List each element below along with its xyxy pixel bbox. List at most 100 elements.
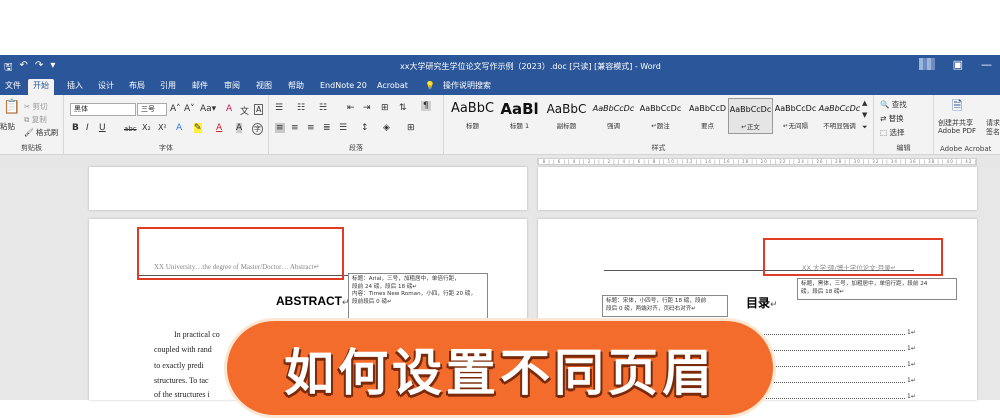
tab-endnote[interactable]: EndNote 20 — [315, 79, 372, 95]
toc-page-number: 1↵ — [907, 393, 916, 400]
tab-design[interactable]: 设计 — [93, 79, 119, 95]
style-key-point[interactable]: AaBbCcD 要点 — [685, 98, 730, 134]
minimize-icon[interactable]: — — [981, 58, 992, 71]
tab-file[interactable]: 文件 — [0, 79, 26, 95]
character-border-button[interactable]: A — [254, 104, 264, 115]
redo-icon[interactable]: ↷ — [35, 60, 43, 77]
chinese-layout-icon[interactable]: ⊞ — [381, 103, 389, 113]
sort-icon[interactable]: ⇅ — [399, 103, 407, 113]
ribbon-display-icon[interactable]: ▣ — [953, 58, 963, 71]
style-subtle-emphasis[interactable]: AaBbCcDc 不明显强调 — [817, 98, 862, 134]
multilevel-list-icon[interactable]: ☵ — [319, 103, 327, 113]
bullets-icon[interactable]: ☰ — [275, 103, 283, 113]
ribbon-tabs: 文件 开始 插入 设计 布局 引用 邮件 审阅 视图 帮助 EndNote 20… — [0, 77, 1000, 95]
character-shading-button[interactable]: A — [236, 123, 243, 133]
style-no-spacing[interactable]: AaBbCcDc ↵无间隔 — [773, 98, 818, 134]
strikethrough-button[interactable]: abc — [124, 125, 137, 133]
group-label-styles: 样式 — [651, 144, 666, 152]
group-clipboard: 📋 粘贴 ✂ 剪切 ⧉ 复制 🖌 格式刷 剪贴板 — [0, 95, 64, 155]
cut-button[interactable]: ✂ 剪切 — [24, 101, 48, 112]
note-line: 磅，段后 18 磅↵ — [801, 288, 845, 295]
group-label-paragraph: 段落 — [349, 144, 363, 152]
font-size-select[interactable]: 三号 — [137, 103, 167, 116]
style-normal[interactable]: AaBbCcDc ↵正文 — [728, 98, 773, 134]
italic-button[interactable]: I — [86, 123, 89, 133]
paste-icon[interactable]: 📋 — [3, 99, 20, 115]
select-button[interactable]: ⬚ 选择 — [880, 127, 904, 138]
highlight-box-toc-header — [763, 238, 943, 276]
tab-acrobat[interactable]: Acrobat — [372, 79, 413, 95]
style-title[interactable]: AaBbC 标题 — [450, 98, 495, 134]
clear-formatting-button[interactable]: A — [226, 104, 232, 114]
account-avatar[interactable] — [918, 58, 935, 70]
text-effects-button[interactable]: A — [176, 123, 182, 133]
paste-button[interactable]: 粘贴 — [0, 121, 15, 132]
abstract-body-line: In practical co — [174, 330, 220, 339]
tab-home[interactable]: 开始 — [28, 79, 54, 95]
window-title: xx大学研究生学位论文写作示例（2023）.doc [只读] [兼容模式] - … — [400, 62, 661, 71]
font-name-select[interactable]: 黑体 — [70, 103, 136, 116]
styles-more-icon[interactable]: ⏷ — [862, 123, 868, 132]
create-pdf-icon[interactable]: 🗎 — [952, 97, 962, 119]
align-center-icon[interactable]: ≡ — [291, 123, 299, 133]
underline-button[interactable]: U — [99, 123, 106, 133]
enclose-characters-button[interactable]: 字 — [252, 123, 263, 135]
increase-indent-icon[interactable]: ⇥ — [363, 103, 371, 113]
shading-icon[interactable]: ◈ — [383, 123, 390, 133]
decrease-indent-icon[interactable]: ⇤ — [347, 103, 355, 113]
group-label-clipboard: 剪贴板 — [21, 144, 42, 152]
phonetic-guide-button[interactable]: 文 — [240, 104, 249, 117]
group-label-acrobat: Adobe Acrobat — [940, 145, 992, 153]
style-emphasis[interactable]: AaBbCcDc 强调 — [591, 98, 636, 134]
replace-button[interactable]: ⇄ 替换 — [880, 113, 904, 124]
align-left-icon[interactable]: ≡ — [275, 123, 285, 133]
line-spacing-icon[interactable]: ↕ — [361, 123, 369, 133]
highlight-button[interactable]: ✎ — [194, 123, 202, 133]
tell-me-search[interactable]: 操作说明搜索 — [438, 79, 496, 95]
tab-references[interactable]: 引用 — [155, 79, 181, 95]
styles-scroll-up-icon[interactable]: ▲ — [862, 99, 867, 107]
style-heading-1[interactable]: AaBl 标题 1 — [497, 98, 542, 134]
superscript-button[interactable]: X² — [158, 123, 167, 132]
distributed-icon[interactable]: ☰ — [339, 123, 347, 133]
styles-scroll-down-icon[interactable]: ▼ — [862, 111, 867, 119]
bold-button[interactable]: B — [72, 123, 79, 133]
undo-icon[interactable]: ↶ — [20, 60, 28, 77]
tab-view[interactable]: 视图 — [251, 79, 277, 95]
horizontal-ruler[interactable]: | 8 | | 6 | | 4 | | 2 | | | 2 | | 4 | | … — [537, 158, 977, 165]
signature-label: 签名 — [986, 128, 1000, 136]
toc-page-number: 1↵ — [907, 345, 916, 352]
find-button[interactable]: 🔍 查找 — [880, 99, 907, 110]
copy-button[interactable]: ⧉ 复制 — [24, 114, 47, 125]
save-icon[interactable]: 🖫 — [4, 60, 13, 77]
tab-review[interactable]: 审阅 — [219, 79, 245, 95]
format-note-toc-entries: 标题：宋体，小四号，行距 18 磅，段前 段后 0 磅，两端对齐，页码右对齐↵ — [602, 295, 728, 317]
group-acrobat: 🗎 创建并共享 Adobe PDF 请求 签名 Adobe Acrobat — [934, 95, 1000, 155]
group-label-font: 字体 — [159, 144, 173, 152]
style-subtitle[interactable]: AaBbC 副标题 — [544, 98, 589, 134]
font-color-button[interactable]: A — [216, 123, 222, 133]
grow-font-button[interactable]: A˄ — [170, 104, 181, 114]
abstract-body-line: structures. To tac — [154, 376, 209, 385]
note-line: 段后 0 磅，两端对齐，页码右对齐↵ — [606, 305, 697, 312]
justify-icon[interactable]: ≣ — [323, 123, 331, 133]
tab-help[interactable]: 帮助 — [283, 79, 309, 95]
customize-qat-icon[interactable]: ▾ — [50, 60, 55, 77]
subscript-button[interactable]: X₂ — [142, 123, 151, 132]
page-fragment-right — [538, 167, 977, 210]
tab-mailings[interactable]: 邮件 — [187, 79, 213, 95]
borders-icon[interactable]: ⊞ — [407, 123, 415, 133]
group-label-editing: 编辑 — [896, 144, 911, 152]
style-caption[interactable]: AaBbCcDc ↵题注 — [638, 98, 683, 134]
note-line: 标题：Arial，三号，加粗居中，单倍行距， — [352, 276, 460, 282]
tab-insert[interactable]: 插入 — [62, 79, 88, 95]
show-marks-icon[interactable]: ¶ — [421, 101, 431, 111]
shrink-font-button[interactable]: A˅ — [184, 104, 195, 114]
title-banner: 如何设置不同页眉 — [224, 318, 776, 418]
numbering-icon[interactable]: ☷ — [297, 103, 305, 113]
change-case-button[interactable]: Aa▾ — [200, 104, 216, 114]
adobe-pdf-label: Adobe PDF — [938, 127, 977, 135]
align-right-icon[interactable]: ≡ — [307, 123, 315, 133]
tab-layout[interactable]: 布局 — [124, 79, 150, 95]
format-painter-button[interactable]: 🖌 格式刷 — [24, 127, 58, 138]
